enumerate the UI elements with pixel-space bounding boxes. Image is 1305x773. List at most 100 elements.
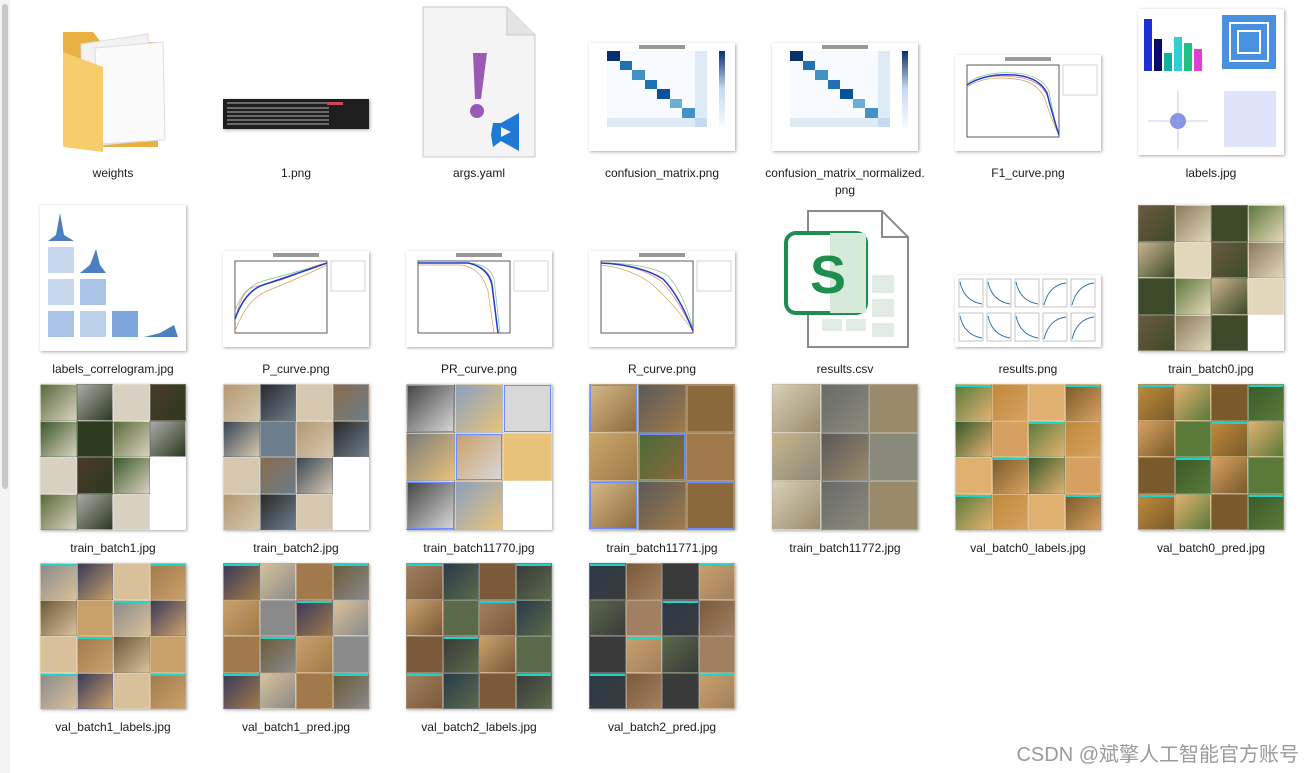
file-label: val_batch1_pred.jpg (241, 720, 351, 734)
matrix-cell (815, 98, 828, 108)
matrix-cell (802, 70, 815, 80)
photo-cell (589, 563, 626, 600)
photo-cell (503, 432, 552, 482)
matrix-cell (877, 79, 890, 89)
vertical-scrollbar[interactable] (0, 0, 10, 773)
photo-cell (332, 457, 369, 494)
photo-cell (40, 420, 77, 457)
matrix-cell (694, 60, 707, 70)
file-item-args-yaml[interactable]: args.yaml (399, 3, 559, 182)
photo-cell (149, 672, 186, 709)
photo-cell (113, 457, 150, 494)
file-item-train-batch11772[interactable]: train_batch11772.jpg (765, 378, 925, 557)
file-item-train-batch0[interactable]: train_batch0.jpg (1131, 199, 1291, 378)
matrix-cell (694, 89, 707, 99)
photo-cell (76, 420, 113, 457)
file-item-labels-jpg[interactable]: labels.jpg (1131, 3, 1291, 182)
file-item-train-batch1[interactable]: train_batch1.jpg (33, 378, 193, 557)
photo-cell (869, 481, 918, 530)
matrix-cell (790, 117, 803, 127)
file-item-r-curve[interactable]: R_curve.png (582, 199, 742, 378)
file-label: F1_curve.png (991, 166, 1065, 180)
photo-cell (406, 636, 443, 673)
photo-cell (149, 599, 186, 636)
matrix-cell (607, 60, 620, 70)
file-label: val_batch2_pred.jpg (607, 720, 717, 734)
photo-cell (479, 599, 516, 636)
file-label: labels_correlogram.jpg (52, 362, 174, 376)
file-item-pr-curve[interactable]: PR_curve.png (399, 199, 559, 378)
photo-cell (1247, 384, 1284, 421)
file-item-1-png[interactable]: 1.png (216, 3, 376, 182)
photo-cell (1174, 457, 1211, 494)
matrix-cell (644, 70, 657, 80)
file-item-confusion-matrix-normalized[interactable]: confusion_matrix_normalized.png (765, 3, 925, 199)
file-item-train-batch11771[interactable]: train_batch11771.jpg (582, 378, 742, 557)
file-label: val_batch0_labels.jpg (970, 541, 1086, 555)
matrix-cell (852, 108, 865, 118)
matrix-cell (790, 89, 803, 99)
file-item-train-batch11770[interactable]: train_batch11770.jpg (399, 378, 559, 557)
file-item-f1-curve[interactable]: F1_curve.png (948, 3, 1108, 182)
photo-cell (149, 384, 186, 421)
results-subplot (958, 312, 984, 342)
matrix-cell (840, 79, 853, 89)
scrollbar-thumb[interactable] (2, 4, 8, 489)
file-item-val-batch0-labels[interactable]: val_batch0_labels.jpg (948, 378, 1108, 557)
file-item-confusion-matrix[interactable]: confusion_matrix.png (582, 3, 742, 182)
photo-cell (1211, 278, 1248, 315)
photo-cell (442, 599, 479, 636)
file-item-val-batch1-pred[interactable]: val_batch1_pred.jpg (216, 557, 376, 736)
matrix-cell (607, 108, 620, 118)
matrix-cell (827, 98, 840, 108)
file-item-results-csv[interactable]: S results.csv (765, 199, 925, 378)
photo-cell (149, 563, 186, 600)
photo-cell (1064, 493, 1101, 530)
results-line (1015, 315, 1039, 339)
photo-thumbnail (40, 563, 186, 709)
photo-cell (820, 481, 870, 530)
file-item-train-batch2[interactable]: train_batch2.jpg (216, 378, 376, 557)
file-item-val-batch1-labels[interactable]: val_batch1_labels.jpg (33, 557, 193, 736)
file-label: 1.png (280, 166, 312, 180)
file-item-val-batch2-labels[interactable]: val_batch2_labels.jpg (399, 557, 559, 736)
results-subplot (1014, 312, 1040, 342)
matrix-cell (840, 117, 853, 127)
file-label: args.yaml (452, 166, 505, 180)
file-item-labels-correlogram[interactable]: labels_correlogram.jpg (33, 199, 193, 378)
photo-cell (662, 563, 699, 600)
photo-cell (296, 563, 333, 600)
photo-cell (991, 493, 1028, 530)
file-item-val-batch0-pred[interactable]: val_batch0_pred.jpg (1131, 378, 1291, 557)
file-item-p-curve[interactable]: P_curve.png (216, 199, 376, 378)
file-label: labels.jpg (1185, 166, 1237, 180)
terminal-thumbnail (223, 99, 369, 129)
photo-cell (955, 493, 992, 530)
photo-cell (686, 481, 735, 530)
photo-cell (406, 672, 443, 709)
file-item-weights[interactable]: weights (33, 3, 193, 182)
photo-thumbnail (40, 384, 186, 530)
photo-cell (1247, 278, 1284, 315)
matrix-thumbnail (772, 43, 918, 151)
matrix-cell (682, 60, 695, 70)
photo-cell (1211, 457, 1248, 494)
results-thumbnail (955, 275, 1101, 347)
matrix-cell (694, 98, 707, 108)
photo-cell (637, 384, 687, 433)
matrix-cell (619, 108, 632, 118)
matrix-cell (852, 70, 865, 80)
file-item-val-batch2-pred[interactable]: val_batch2_pred.jpg (582, 557, 742, 736)
photo-thumbnail (406, 384, 552, 530)
file-label: val_batch1_labels.jpg (55, 720, 171, 734)
photo-cell (1138, 205, 1175, 242)
matrix-cell (790, 60, 803, 70)
photo-cell (406, 432, 455, 482)
photo-cell (1174, 420, 1211, 457)
matrix-cell (802, 98, 815, 108)
file-item-results-png[interactable]: results.png (948, 199, 1108, 378)
photo-cell (332, 563, 369, 600)
photo-cell (1174, 241, 1211, 278)
matrix-cell (865, 98, 878, 108)
photo-cell (259, 563, 296, 600)
